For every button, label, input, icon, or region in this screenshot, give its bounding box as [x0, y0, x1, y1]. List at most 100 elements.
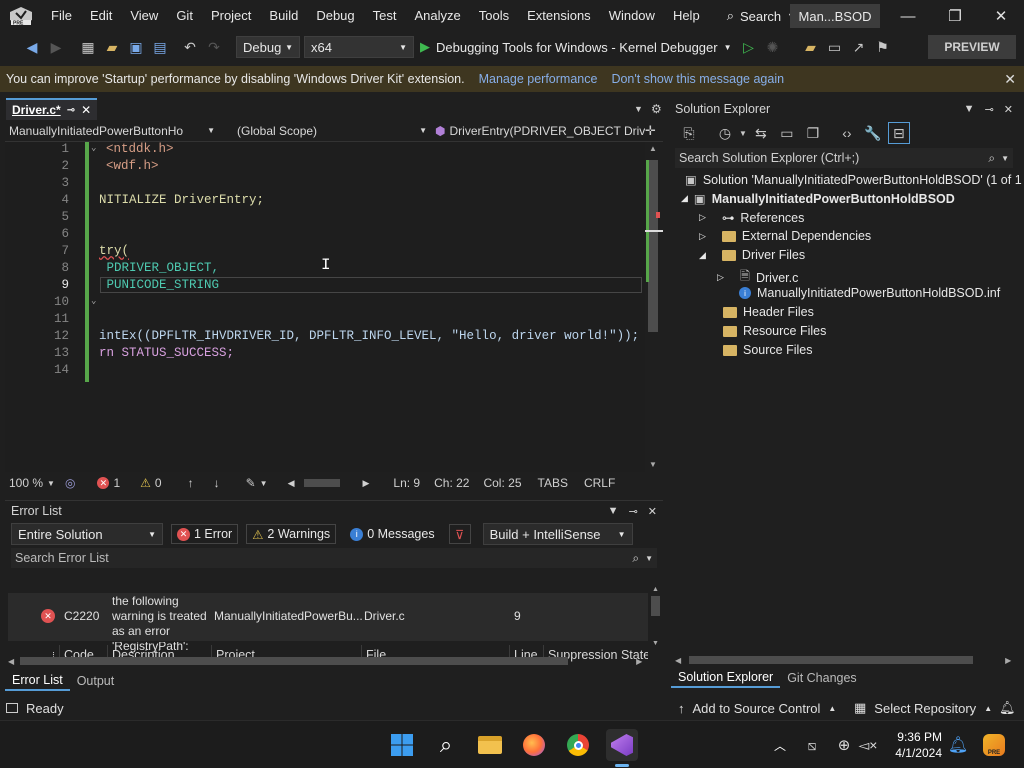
tree-item-header-files[interactable]: Header Files [723, 305, 814, 319]
tab-output[interactable]: Output [70, 671, 122, 691]
redo-icon[interactable]: ↷ [203, 36, 225, 58]
copilot-button[interactable]: PRE [978, 729, 1010, 761]
line-ending-indicator[interactable]: CRLF [584, 476, 615, 490]
tree-item-driver-c[interactable]: ▷ 🗎 Driver.c [717, 267, 798, 288]
table-row[interactable]: ✕ C2220 the following warning is treated… [8, 593, 648, 641]
save-all-icon[interactable]: ▤ [149, 36, 171, 58]
menu-analyze[interactable]: Analyze [405, 0, 469, 32]
view-code-icon[interactable]: ‹› [836, 122, 858, 144]
error-list-hscrollbar[interactable]: ◀ ▶ [8, 655, 648, 667]
scroll-down-icon[interactable]: ▼ [649, 460, 657, 469]
scroll-left-icon[interactable]: ◀ [288, 478, 295, 489]
start-without-debugging-icon[interactable]: ▷ [738, 36, 760, 58]
scroll-up-icon[interactable]: ▲ [649, 144, 657, 153]
tree-item-references[interactable]: ▷ ⊶ References [699, 210, 804, 226]
split-icon[interactable]: ✛ [645, 123, 656, 139]
collapse-icon[interactable]: ⌄ [91, 143, 96, 153]
undo-icon[interactable]: ↶ [179, 36, 201, 58]
show-hidden-icons-button[interactable]: ︿ [764, 729, 796, 761]
folder-view-icon[interactable]: ▰ [800, 36, 822, 58]
scrollbar-thumb[interactable] [689, 656, 974, 664]
tree-item-external-dependencies[interactable]: ▷ External Dependencies [699, 229, 871, 243]
solution-search-box[interactable]: Search Solution Explorer (Ctrl+;) ⌕ ▼ [675, 148, 1013, 168]
preview-selected-icon[interactable]: ⊟ [887, 122, 910, 144]
chevron-down-icon[interactable]: ▼ [634, 104, 643, 114]
menu-debug[interactable]: Debug [307, 0, 363, 32]
chevron-down-icon[interactable]: ▼ [47, 479, 55, 488]
errors-filter-button[interactable]: ✕ 1 Error [171, 524, 239, 544]
feedback-icon[interactable]: ⚑ [872, 36, 894, 58]
scope-filter-dropdown[interactable]: Entire Solution ▼ [11, 523, 163, 545]
start-debugging-button[interactable]: ▶ Debugging Tools for Windows - Kernel De… [420, 39, 732, 55]
device-icon[interactable]: ▭ [824, 36, 846, 58]
configuration-dropdown[interactable]: Debug ▼ [236, 36, 300, 58]
zoom-level[interactable]: 100 % [9, 476, 43, 490]
scroll-right-icon[interactable]: ▶ [1005, 656, 1011, 665]
menu-git[interactable]: Git [167, 0, 202, 32]
pin-icon[interactable]: ⊸ [985, 103, 994, 116]
tab-driver-c[interactable]: Driver.c* ⊸ ✕ [6, 98, 98, 120]
dismiss-message-link[interactable]: Don't show this message again [611, 72, 784, 86]
tab-error-list[interactable]: Error List [5, 671, 70, 691]
tree-item-inf-file[interactable]: i ManuallyInitiatedPowerButtonHoldBSOD.in… [739, 286, 1000, 300]
new-project-icon[interactable]: ▦ [77, 36, 99, 58]
char-indicator[interactable]: Ch: 22 [434, 476, 469, 490]
warnings-filter-button[interactable]: ⚠ 2 Warnings [246, 524, 337, 544]
taskbar-clock[interactable]: 9:36 PM 4/1/2024 [880, 729, 942, 761]
menu-project[interactable]: Project [202, 0, 260, 32]
chrome-button[interactable] [562, 729, 594, 761]
menu-file[interactable]: File [42, 0, 81, 32]
gear-icon[interactable]: ⚙ [651, 102, 662, 116]
hot-reload-icon[interactable]: ✺ [762, 36, 784, 58]
editor-scrollbar[interactable]: ▲ ▼ [645, 142, 663, 472]
save-icon[interactable]: ▣ [125, 36, 147, 58]
copilot-icon[interactable]: ◎ [65, 476, 75, 490]
error-search-box[interactable]: Search Error List ⌕ ▼ [11, 548, 657, 568]
back-icon[interactable]: ◀ [21, 36, 43, 58]
tab-git-changes[interactable]: Git Changes [780, 668, 863, 688]
scroll-left-icon[interactable]: ◀ [8, 657, 14, 666]
menu-extensions[interactable]: Extensions [518, 0, 600, 32]
messages-filter-button[interactable]: i0 Messages [344, 524, 440, 544]
function-dropdown[interactable]: ⬢DriverEntry(PDRIVER_OBJECT Driv▼ [431, 121, 645, 141]
tree-item-solution[interactable]: ▣ Solution 'ManuallyInitiatedPowerButtonH… [685, 172, 1022, 188]
column-indicator[interactable]: Col: 25 [483, 476, 521, 490]
show-all-files-icon[interactable]: ❐ [802, 122, 824, 144]
arrow-down-icon[interactable]: ↓ [214, 476, 220, 490]
menu-build[interactable]: Build [260, 0, 307, 32]
source-filter-dropdown[interactable]: Build + IntelliSense ▼ [482, 523, 633, 545]
menu-edit[interactable]: Edit [81, 0, 121, 32]
close-icon[interactable]: ✕ [1004, 71, 1016, 88]
add-to-source-control-button[interactable]: ↑ Add to Source Control ▲ [678, 701, 836, 716]
chevron-down-icon[interactable]: ▼ [739, 129, 747, 138]
error-icon[interactable]: ✕ [97, 477, 110, 489]
pin-icon[interactable]: ⊸ [67, 105, 75, 116]
menu-window[interactable]: Window [600, 0, 664, 32]
tab-solution-explorer[interactable]: Solution Explorer [671, 668, 781, 688]
sync-icon[interactable]: ⇆ [750, 122, 772, 144]
close-button[interactable]: ✕ [978, 0, 1024, 32]
select-repository-button[interactable]: ▦ Select Repository ▲ [854, 700, 992, 716]
pin-icon[interactable]: ⊸ [629, 505, 638, 518]
scroll-left-icon[interactable]: ◀ [675, 656, 681, 665]
start-button[interactable] [386, 729, 418, 761]
scroll-up-icon[interactable]: ▲ [652, 586, 659, 593]
scroll-right-icon[interactable]: ▶ [362, 478, 369, 489]
pending-changes-icon[interactable]: ◷ [714, 122, 736, 144]
firefox-button[interactable] [518, 729, 550, 761]
cleanup-icon[interactable]: ✎ [246, 476, 256, 490]
project-dropdown[interactable]: ManuallyInitiatedPowerButtonHo ▼ [5, 121, 219, 141]
tree-item-driver-files[interactable]: ◢ Driver Files [699, 248, 805, 262]
filter-button[interactable]: ⊽ [448, 524, 471, 544]
scope-dropdown[interactable]: (Global Scope) ▼ [219, 121, 431, 141]
visual-studio-taskbar-button[interactable] [606, 729, 638, 767]
arrow-up-icon[interactable]: ↑ [188, 476, 194, 490]
properties-icon[interactable]: 🔧 [862, 122, 884, 144]
share-icon[interactable]: ↗ [848, 36, 870, 58]
network-status-button[interactable]: ⧅ [796, 729, 828, 761]
scrollbar-thumb[interactable] [651, 596, 660, 616]
open-folder-icon[interactable]: ▰ [101, 36, 123, 58]
tree-item-source-files[interactable]: Source Files [723, 343, 812, 357]
horizontal-scrollbar-thumb[interactable] [304, 479, 341, 487]
switch-views-icon[interactable]: ⎘ [678, 122, 700, 144]
